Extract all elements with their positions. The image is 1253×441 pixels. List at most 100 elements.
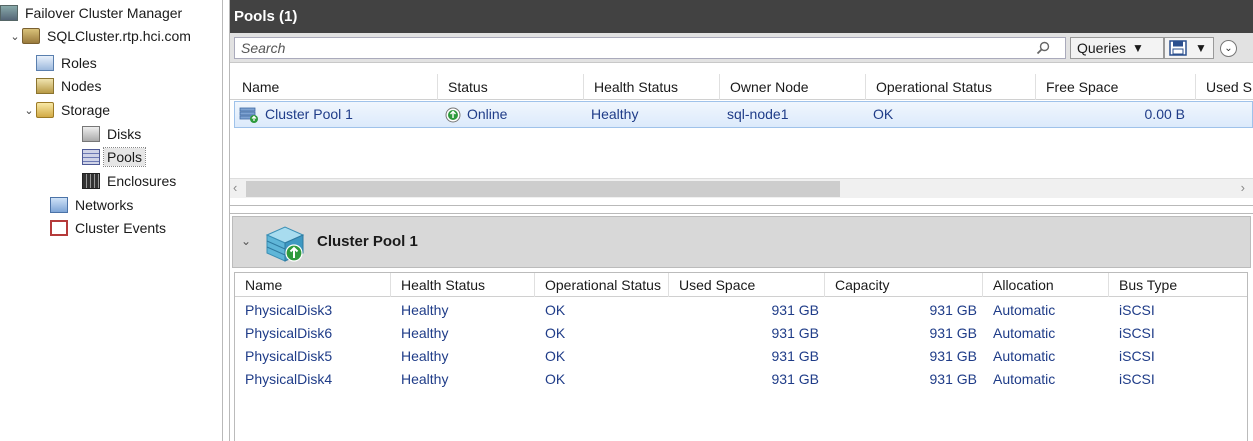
- vertical-splitter[interactable]: [222, 0, 230, 441]
- tree-item-cluster-events[interactable]: Cluster Events: [50, 217, 169, 239]
- disk-operational: OK: [545, 325, 566, 341]
- tree-item-enclosures[interactable]: Enclosures: [82, 170, 179, 192]
- detail-pane: ⌄ Cluster Pool 1 Name Health Status Oper…: [230, 214, 1253, 441]
- pools-grid-header: Name Status Health Status Owner Node Ope…: [230, 74, 1253, 100]
- disk-health: Healthy: [401, 302, 449, 318]
- disk-bus-type: iSCSI: [1119, 325, 1155, 341]
- tree-item-label: Nodes: [61, 78, 102, 94]
- column-header-operational-status[interactable]: Operational Status: [535, 273, 669, 297]
- queries-label: Queries: [1077, 40, 1127, 56]
- tree-item-roles[interactable]: Roles: [36, 52, 100, 74]
- queries-button[interactable]: Queries ▼: [1070, 37, 1164, 59]
- disk-capacity: 931 GB: [929, 348, 977, 364]
- main-pane: Pools (1) Queries ▼ ▼ ⌄ Name Status Heal…: [230, 0, 1253, 441]
- column-header-used-space[interactable]: Used S: [1196, 74, 1253, 100]
- disk-operational: OK: [545, 371, 566, 387]
- horizontal-scrollbar[interactable]: ‹ ›: [230, 178, 1253, 198]
- disk-allocation: Automatic: [993, 325, 1056, 341]
- table-row[interactable]: PhysicalDisk4 Healthy OK 931 GB 931 GB A…: [235, 368, 1247, 391]
- disk-health: Healthy: [401, 348, 449, 364]
- storage-folder-icon: [36, 102, 54, 118]
- tree-item-label: Networks: [75, 197, 134, 213]
- pool-free-space: 0.00 B: [1144, 106, 1185, 122]
- disk-name: PhysicalDisk4: [245, 371, 333, 387]
- disk-used-space: 931 GB: [771, 325, 819, 341]
- horizontal-splitter[interactable]: [230, 205, 1253, 214]
- roles-icon: [36, 55, 54, 71]
- column-header-owner-node[interactable]: Owner Node: [720, 74, 866, 100]
- search-input[interactable]: [234, 37, 1066, 59]
- pools-icon: [82, 149, 100, 165]
- column-header-used-space[interactable]: Used Space: [669, 273, 825, 297]
- search-icon[interactable]: [1036, 41, 1050, 55]
- chevron-down-icon[interactable]: ⌄: [8, 30, 22, 43]
- navigation-tree: Failover Cluster Manager ⌄ SQLCluster.rt…: [0, 0, 222, 441]
- tree-item-label: Roles: [61, 55, 97, 71]
- disk-allocation: Automatic: [993, 302, 1056, 318]
- disk-bus-type: iSCSI: [1119, 371, 1155, 387]
- collapse-chevron-icon[interactable]: ⌄: [241, 234, 251, 248]
- column-header-status[interactable]: Status: [438, 74, 584, 100]
- disks-icon: [82, 126, 100, 142]
- tree-item-networks[interactable]: Networks: [50, 194, 136, 216]
- storage-pool-large-icon: [265, 226, 305, 262]
- tree-item-pools[interactable]: Pools: [82, 146, 147, 168]
- detail-header: ⌄ Cluster Pool 1: [232, 216, 1251, 268]
- tree-item-disks[interactable]: Disks: [82, 123, 144, 145]
- column-header-operational-status[interactable]: Operational Status: [866, 74, 1036, 100]
- pool-name-cell: Cluster Pool 1: [239, 102, 353, 127]
- column-header-health-status[interactable]: Health Status: [584, 74, 720, 100]
- tree-item-cluster[interactable]: ⌄ SQLCluster.rtp.hci.com: [8, 25, 194, 47]
- nodes-icon: [36, 78, 54, 94]
- tree-item-label: SQLCluster.rtp.hci.com: [47, 28, 191, 44]
- disk-bus-type: iSCSI: [1119, 348, 1155, 364]
- column-header-bus-type[interactable]: Bus Type: [1109, 273, 1247, 297]
- column-header-allocation[interactable]: Allocation: [983, 273, 1109, 297]
- tree-item-label: Disks: [107, 126, 142, 142]
- column-header-name[interactable]: Name: [232, 74, 438, 100]
- scrollbar-thumb[interactable]: [246, 181, 840, 197]
- tree-item-label: Pools: [102, 147, 147, 167]
- failover-cluster-manager-icon: [0, 5, 18, 21]
- dropdown-arrow-icon: ▼: [1132, 41, 1144, 55]
- networks-icon: [50, 197, 68, 213]
- disk-capacity: 931 GB: [929, 325, 977, 341]
- tree-item-label: Cluster Events: [75, 220, 167, 236]
- search-toolbar: Queries ▼ ▼ ⌄: [230, 33, 1253, 63]
- disk-capacity: 931 GB: [929, 371, 977, 387]
- pool-name: Cluster Pool 1: [265, 106, 353, 122]
- disk-operational: OK: [545, 348, 566, 364]
- column-header-health-status[interactable]: Health Status: [391, 273, 535, 297]
- disks-grid-header: Name Health Status Operational Status Us…: [235, 273, 1247, 297]
- disk-used-space: 931 GB: [771, 371, 819, 387]
- detail-title: Cluster Pool 1: [317, 233, 418, 250]
- disk-used-space: 931 GB: [771, 348, 819, 364]
- pool-status: Online: [467, 106, 508, 122]
- scroll-right-icon[interactable]: ›: [1241, 180, 1245, 195]
- physical-disks-grid: Name Health Status Operational Status Us…: [234, 272, 1248, 441]
- table-row[interactable]: PhysicalDisk3 Healthy OK 931 GB 931 GB A…: [235, 299, 1247, 322]
- disk-name: PhysicalDisk5: [245, 348, 333, 364]
- collapse-icon[interactable]: ⌄: [1220, 40, 1237, 57]
- tree-item-storage[interactable]: ⌄ Storage: [22, 99, 113, 121]
- cluster-icon: [22, 28, 40, 44]
- pool-status-cell: Online: [445, 102, 507, 127]
- disk-operational: OK: [545, 302, 566, 318]
- table-row[interactable]: Cluster Pool 1 Online Healthy sql-node1 …: [234, 101, 1253, 128]
- disk-allocation: Automatic: [993, 371, 1056, 387]
- chevron-down-icon[interactable]: ⌄: [22, 104, 36, 117]
- column-header-name[interactable]: Name: [235, 273, 391, 297]
- disk-capacity: 931 GB: [929, 302, 977, 318]
- scroll-left-icon[interactable]: ‹: [233, 180, 237, 195]
- disk-name: PhysicalDisk3: [245, 302, 333, 318]
- save-query-button[interactable]: ▼: [1164, 37, 1214, 59]
- table-row[interactable]: PhysicalDisk6 Healthy OK 931 GB 931 GB A…: [235, 322, 1247, 345]
- disk-health: Healthy: [401, 371, 449, 387]
- column-header-free-space[interactable]: Free Space: [1036, 74, 1196, 100]
- table-row[interactable]: PhysicalDisk5 Healthy OK 931 GB 931 GB A…: [235, 345, 1247, 368]
- save-icon: [1169, 40, 1187, 56]
- tree-item-nodes[interactable]: Nodes: [36, 75, 104, 97]
- cluster-events-icon: [50, 220, 68, 236]
- tree-item-failover-cluster-manager[interactable]: Failover Cluster Manager: [0, 2, 185, 24]
- column-header-capacity[interactable]: Capacity: [825, 273, 983, 297]
